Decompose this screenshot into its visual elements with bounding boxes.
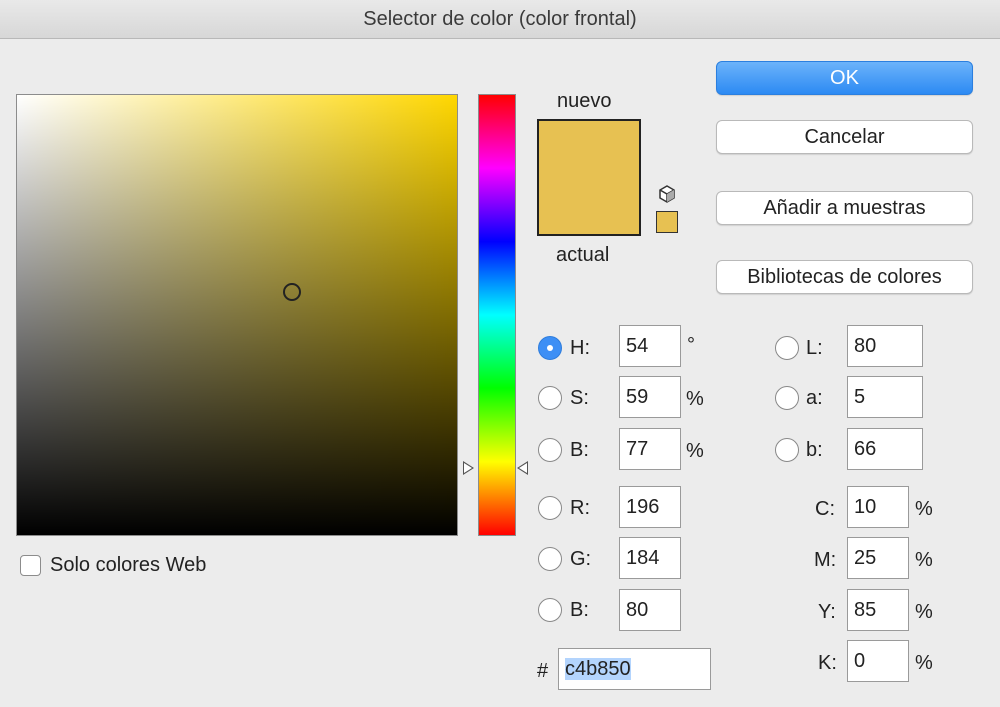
brightness-unit: % <box>686 440 704 462</box>
red-label: R: <box>570 497 590 519</box>
color-preview-swatch <box>537 119 641 236</box>
lightness-radio[interactable] <box>775 336 799 360</box>
lightness-label: L: <box>806 337 823 359</box>
ok-button[interactable]: OK <box>716 61 973 95</box>
a-channel-radio[interactable] <box>775 386 799 410</box>
red-field[interactable]: 196 <box>619 486 681 528</box>
color-field[interactable] <box>16 94 458 536</box>
blue-radio[interactable] <box>538 598 562 622</box>
magenta-field[interactable]: 25 <box>847 537 909 579</box>
magenta-label: M: <box>814 549 837 571</box>
lightness-field[interactable]: 80 <box>847 325 923 367</box>
hex-value: c4b850 <box>565 658 631 680</box>
saturation-label: S: <box>570 387 589 409</box>
brightness-label: B: <box>570 439 589 461</box>
brightness-radio[interactable] <box>538 438 562 462</box>
hue-slider[interactable] <box>478 94 516 536</box>
current-color-label: actual <box>556 244 610 266</box>
green-radio[interactable] <box>538 547 562 571</box>
hex-field[interactable]: c4b850 <box>558 648 711 690</box>
black-label: K: <box>818 652 837 674</box>
web-colors-only-label: Solo colores Web <box>50 554 207 576</box>
cyan-label: C: <box>815 498 835 520</box>
hue-slider-right-handle-icon[interactable] <box>517 461 528 475</box>
hue-label: H: <box>570 337 590 359</box>
hue-field[interactable]: 54 <box>619 325 681 367</box>
yellow-label: Y: <box>818 601 836 623</box>
web-colors-only-checkbox[interactable] <box>20 555 41 576</box>
out-of-gamut-cube-icon[interactable] <box>657 184 677 204</box>
brightness-field[interactable]: 77 <box>619 428 681 470</box>
red-radio[interactable] <box>538 496 562 520</box>
green-label: G: <box>570 548 592 570</box>
color-field-cursor[interactable] <box>283 283 301 301</box>
hue-radio[interactable] <box>538 336 562 360</box>
green-field[interactable]: 184 <box>619 537 681 579</box>
magenta-unit: % <box>915 549 933 571</box>
saturation-field[interactable]: 59 <box>619 376 681 418</box>
hue-slider-left-handle-icon[interactable] <box>463 461 474 475</box>
cyan-unit: % <box>915 498 933 520</box>
b-channel-label: b: <box>806 439 823 461</box>
yellow-unit: % <box>915 601 933 623</box>
black-unit: % <box>915 652 933 674</box>
b-channel-field[interactable]: 66 <box>847 428 923 470</box>
b-channel-radio[interactable] <box>775 438 799 462</box>
blue-label: B: <box>570 599 589 621</box>
cancel-button[interactable]: Cancelar <box>716 120 973 154</box>
window-title: Selector de color (color frontal) <box>0 0 1000 39</box>
a-channel-field[interactable]: 5 <box>847 376 923 418</box>
cyan-field[interactable]: 10 <box>847 486 909 528</box>
hex-label: # <box>537 660 549 682</box>
a-channel-label: a: <box>806 387 823 409</box>
web-safe-color-swatch[interactable] <box>656 211 678 233</box>
saturation-unit: % <box>686 388 704 410</box>
add-to-swatches-button[interactable]: Añadir a muestras <box>716 191 973 225</box>
new-color-label: nuevo <box>557 90 612 112</box>
color-libraries-button[interactable]: Bibliotecas de colores <box>716 260 973 294</box>
saturation-radio[interactable] <box>538 386 562 410</box>
yellow-field[interactable]: 85 <box>847 589 909 631</box>
blue-field[interactable]: 80 <box>619 589 681 631</box>
hue-unit: ° <box>687 334 695 356</box>
black-field[interactable]: 0 <box>847 640 909 682</box>
